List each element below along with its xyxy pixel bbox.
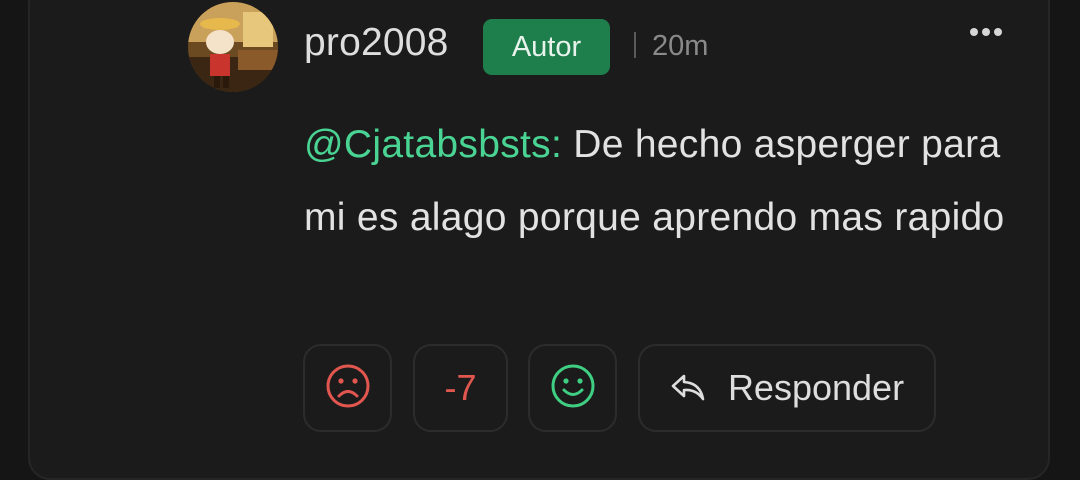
author-badge: Autor	[483, 19, 610, 75]
more-options-icon[interactable]	[962, 14, 1010, 50]
avatar[interactable]	[188, 2, 278, 92]
downvote-button[interactable]	[303, 344, 392, 432]
time-separator	[634, 32, 636, 58]
comment-text: @Cjatabsbsts: De hecho asperger para mi …	[304, 108, 1024, 254]
reply-arrow-icon	[670, 373, 706, 403]
reply-button[interactable]: Responder	[638, 344, 936, 432]
username[interactable]: pro2008	[304, 18, 449, 68]
reply-label: Responder	[727, 367, 905, 408]
vote-score-value: -7	[444, 367, 477, 408]
upvote-button[interactable]	[528, 344, 617, 432]
mention-link[interactable]: @Cjatabsbsts:	[304, 123, 562, 166]
vote-score: -7	[413, 344, 508, 432]
timestamp: 20m	[652, 30, 709, 62]
happy-face-icon	[550, 363, 596, 414]
avatar-image	[188, 2, 278, 92]
sad-face-icon	[325, 363, 371, 414]
